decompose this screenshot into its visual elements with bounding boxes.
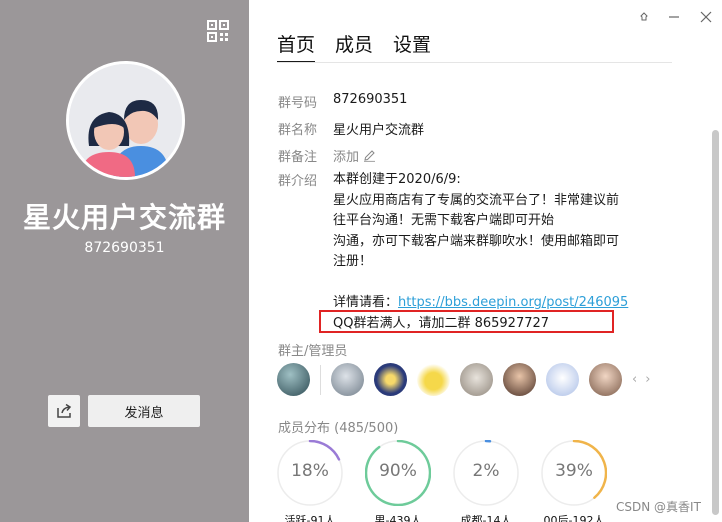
stat-male[interactable]: 90% 男-439人 — [365, 440, 431, 522]
qq-notice: QQ群若满人，请加二群 865927727 — [333, 316, 550, 331]
owner-separator — [320, 364, 321, 395]
intro-line: 注册！ — [333, 254, 373, 269]
group-profile-panel: 星火用户交流群 872690351 发消息 — [0, 0, 249, 522]
details-prefix: 详情请看： — [333, 295, 399, 310]
stat-percent: 18% — [291, 461, 329, 481]
stat-caption: 男-439人 — [374, 514, 422, 522]
distribution-stats: 18% 活跃-91人 90% 男-439人 2% 成都-14人 39% 00后-… — [277, 440, 607, 522]
admin-avatar[interactable] — [589, 363, 622, 396]
stat-city[interactable]: 2% 成都-14人 — [453, 440, 519, 522]
group-avatar[interactable] — [66, 61, 185, 180]
qr-code-icon[interactable] — [207, 20, 229, 42]
group-name-label: 群名称 — [278, 123, 318, 138]
stat-caption: 成都-14人 — [460, 514, 512, 522]
tab-settings[interactable]: 设置 — [393, 30, 431, 63]
group-name-row: 群名称 星火用户交流群 — [278, 119, 424, 138]
admin-avatar[interactable] — [417, 363, 450, 396]
send-message-button[interactable]: 发消息 — [88, 395, 200, 427]
admin-list: ‹ › — [277, 363, 658, 396]
group-intro-text: 本群创建于2020/6/9: 星火应用商店有了专属的交流平台了！非常建议前 往平… — [333, 170, 678, 314]
chevron-left-icon[interactable]: ‹ — [632, 372, 637, 387]
group-id-label: 群号码 — [278, 96, 318, 111]
chevron-right-icon[interactable]: › — [645, 372, 650, 387]
intro-line: 沟通，亦可下载客户端来群聊吹水！使用邮箱即可 — [333, 233, 620, 249]
admin-avatar[interactable] — [277, 363, 310, 396]
group-number: 872690351 — [84, 240, 165, 256]
stat-caption: 活跃-91人 — [284, 514, 336, 522]
distribution-title: 成员分布 — [278, 421, 331, 436]
group-name-value[interactable]: 星火用户交流群 — [333, 119, 424, 138]
distribution-count: (485/500) — [334, 421, 399, 436]
group-remark-row: 群备注 添加 — [278, 146, 376, 165]
admin-avatar[interactable] — [331, 363, 364, 396]
stat-caption: 00后-192人 — [543, 514, 605, 522]
stat-percent: 2% — [472, 461, 500, 481]
group-id-value[interactable]: 872690351 — [333, 92, 407, 111]
scrollbar-thumb[interactable] — [712, 130, 719, 515]
admin-avatar[interactable] — [460, 363, 493, 396]
tab-bar: 首页 成员 设置 — [277, 30, 431, 63]
admin-avatar[interactable] — [503, 363, 536, 396]
pin-icon[interactable] — [637, 10, 651, 24]
minimize-icon[interactable] — [667, 10, 681, 24]
group-id-row: 群号码 872690351 — [278, 92, 407, 111]
intro-line: 星火应用商店有了专属的交流平台了！非常建议前 — [333, 192, 620, 208]
details-link[interactable]: https://bbs.deepin.org/post/246095 — [398, 295, 628, 310]
group-intro-label: 群介绍 — [278, 174, 318, 189]
intro-line: 往平台沟通！无需下载客户端即可开始 — [333, 213, 555, 228]
close-icon[interactable] — [699, 10, 713, 24]
intro-line: 本群创建于2020/6/9: — [333, 172, 461, 187]
stat-progress-arc — [308, 440, 341, 461]
distribution-heading: 成员分布 (485/500) — [278, 417, 398, 436]
admins-heading: 群主/管理员 — [278, 344, 348, 359]
add-remark-label: 添加 — [333, 150, 360, 165]
add-remark-button[interactable]: 添加 — [333, 146, 376, 165]
stat-percent: 90% — [379, 461, 417, 481]
group-name-heading: 星火用户交流群 — [22, 201, 226, 234]
tab-divider — [277, 62, 672, 63]
admin-avatar[interactable] — [374, 363, 407, 396]
group-remark-label: 群备注 — [278, 150, 318, 165]
pencil-icon — [364, 150, 376, 162]
stat-percent: 39% — [555, 461, 593, 481]
intro-blank-line — [333, 273, 678, 294]
stat-active[interactable]: 18% 活跃-91人 — [277, 440, 343, 522]
watermark: CSDN @真香IT — [616, 500, 701, 514]
tab-members[interactable]: 成员 — [335, 30, 373, 63]
share-button[interactable] — [48, 395, 80, 427]
tab-home[interactable]: 首页 — [277, 30, 316, 63]
admin-avatar[interactable] — [546, 363, 579, 396]
group-intro-row: 群介绍 — [278, 170, 333, 189]
stat-age[interactable]: 39% 00后-192人 — [541, 440, 607, 522]
share-icon — [57, 403, 72, 418]
group-detail-panel: 首页 成员 设置 群号码 872690351 群名称 星火用户交流群 群备注 添… — [249, 0, 722, 522]
